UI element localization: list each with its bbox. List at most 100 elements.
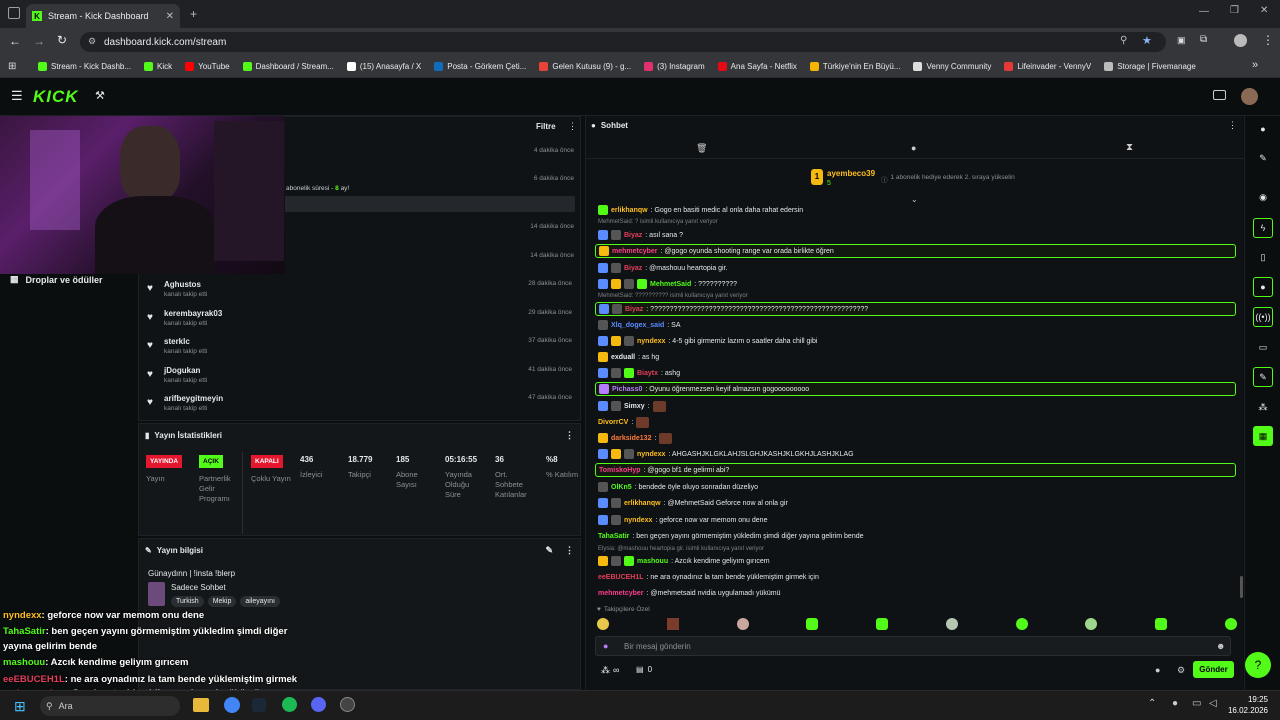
follower-name[interactable]: jDogukan xyxy=(164,366,207,375)
emote-icon[interactable] xyxy=(806,618,819,630)
extension-icon[interactable]: ▣ xyxy=(1177,35,1186,46)
emote-icon[interactable] xyxy=(1085,618,1098,630)
chat-username[interactable]: Biaytx xyxy=(637,370,658,377)
emote-icon[interactable] xyxy=(876,618,889,630)
chat-username[interactable]: mashouu xyxy=(637,558,668,565)
emote-icon[interactable] xyxy=(1155,618,1168,630)
more-bookmarks-icon[interactable]: » xyxy=(1252,59,1258,71)
discord-icon[interactable] xyxy=(311,697,326,712)
mic-icon[interactable]: ● xyxy=(603,641,608,651)
tag-chip[interactable]: Mekip xyxy=(207,596,237,607)
monitor-rail-icon[interactable]: ▭ xyxy=(1253,337,1273,357)
emote-icon[interactable] xyxy=(945,618,958,630)
kick-logo[interactable]: KICK xyxy=(33,87,79,107)
back-icon[interactable]: ← xyxy=(9,34,21,48)
chat-username[interactable]: Xlq_dogex_said xyxy=(611,322,664,329)
emote-icon[interactable] xyxy=(736,618,749,630)
bookmark-item[interactable]: Storage | Fivemanage xyxy=(1104,62,1196,71)
chat-username[interactable]: nyndexx xyxy=(637,451,665,458)
url-field[interactable]: ⚙ dashboard.kick.com/stream ⚲ ★ xyxy=(80,32,1166,52)
chat-settings-icon[interactable]: ⚙ xyxy=(1177,665,1185,676)
site-info-icon[interactable]: ⚙ xyxy=(88,36,96,47)
steam-icon[interactable] xyxy=(252,698,266,712)
chat-emote-icon[interactable]: ● xyxy=(1155,665,1160,675)
chat-username[interactable]: exduall xyxy=(611,354,635,361)
chat-input-field[interactable]: ● Bir mesaj gönderin ☻ xyxy=(595,636,1231,656)
chat-scrollbar[interactable] xyxy=(1240,576,1243,598)
chat-username[interactable]: Biyaz xyxy=(625,306,643,313)
chat-username[interactable]: nyndexx xyxy=(637,338,665,345)
windows-start-icon[interactable]: ⊞ xyxy=(14,698,26,715)
chat-username[interactable]: eeEBUCEH1L xyxy=(598,574,644,581)
chat-bubble-toggle-icon[interactable]: ● xyxy=(911,143,916,153)
microphone-tray-icon[interactable]: ● xyxy=(1172,698,1178,709)
bookmark-item[interactable]: Stream - Kick Dashb... xyxy=(38,62,131,71)
tab-list-icon[interactable] xyxy=(8,7,20,19)
send-button[interactable]: Gönder xyxy=(1193,661,1234,678)
tag-chip[interactable]: aileyayını xyxy=(240,596,280,607)
tray-expand-icon[interactable]: ⌃ xyxy=(1148,698,1156,709)
app-rail-icon[interactable]: ▦ xyxy=(1253,426,1273,446)
user-avatar[interactable] xyxy=(1241,88,1258,105)
chat-username[interactable]: darkside132 xyxy=(611,435,651,442)
zoom-icon[interactable]: ⚲ xyxy=(1120,35,1127,46)
spotify-icon[interactable] xyxy=(282,697,297,712)
reload-icon[interactable]: ↻ xyxy=(57,33,67,47)
info-rail-icon[interactable]: ● xyxy=(1253,119,1273,139)
chat-rail-icon[interactable]: ● xyxy=(1253,277,1273,297)
profile-icon[interactable] xyxy=(1234,34,1247,47)
tab-kick-dashboard[interactable]: K Stream - Kick Dashboard ✕ xyxy=(26,4,180,28)
network-tray-icon[interactable]: ▭ xyxy=(1192,698,1201,709)
help-fab-icon[interactable]: ? xyxy=(1245,652,1271,678)
gift-user[interactable]: ayembeco39 xyxy=(827,169,875,178)
forward-icon[interactable]: → xyxy=(33,34,45,48)
chat-username[interactable]: Biyaz xyxy=(624,265,642,272)
document-rail-icon[interactable]: ▯ xyxy=(1253,247,1273,267)
bookmark-item[interactable]: (15) Anasayfa / X xyxy=(346,62,421,71)
stream-preview-icon[interactable] xyxy=(1213,90,1226,100)
trash-icon[interactable]: 🗑 xyxy=(696,143,707,154)
emote-icon[interactable] xyxy=(1224,618,1237,630)
new-tab-icon[interactable]: + xyxy=(190,7,197,21)
chat-username[interactable]: erlikhanqw xyxy=(624,500,661,507)
emote-icon[interactable] xyxy=(666,618,679,630)
camera-rail-icon[interactable]: ◉ xyxy=(1253,187,1273,207)
wrench-rail-icon[interactable]: ✎ xyxy=(1253,367,1273,387)
chat-menu-icon[interactable]: ⋮ xyxy=(1228,120,1237,131)
chat-username[interactable]: OlKn5 xyxy=(611,484,632,491)
browser-menu-icon[interactable]: ⋮ xyxy=(1262,33,1274,47)
stats-menu-icon[interactable]: ⋮ xyxy=(565,430,574,441)
emote-icon[interactable] xyxy=(1015,618,1028,630)
bookmark-star-icon[interactable]: ★ xyxy=(1142,34,1152,47)
file-explorer-icon[interactable] xyxy=(193,698,209,712)
close-tab-icon[interactable]: ✕ xyxy=(166,11,174,22)
obs-icon[interactable] xyxy=(340,697,355,712)
follower-name[interactable]: kerembayrak03 xyxy=(164,309,222,318)
bookmark-item[interactable]: Venny Community xyxy=(913,62,991,71)
category-name[interactable]: Sadece Sohbet xyxy=(171,583,226,592)
bookmark-item[interactable]: Gelen Kutusu (9) - g... xyxy=(539,62,631,71)
apps-grid-icon[interactable]: ⊞ xyxy=(8,61,16,72)
tag-chip[interactable]: Turkish xyxy=(171,596,204,607)
drops-rewards-link[interactable]: ▦ Droplar ve ödüller xyxy=(10,274,103,285)
chat-username[interactable]: erlikhanqw xyxy=(611,207,648,214)
follower-name[interactable]: Aghustos xyxy=(164,280,207,289)
volume-tray-icon[interactable]: ◁ xyxy=(1209,698,1217,709)
emoji-icon[interactable]: ☻ xyxy=(1216,641,1225,651)
puzzle-icon[interactable]: ⧉ xyxy=(1200,34,1207,45)
activity-menu-icon[interactable]: ⋮ xyxy=(568,121,577,132)
chat-username[interactable]: Pichass0 xyxy=(612,386,642,393)
edit-icon[interactable]: ✎ xyxy=(545,545,553,556)
bookmark-item[interactable]: YouTube xyxy=(185,62,230,71)
follower-name[interactable]: sterklc xyxy=(164,337,207,346)
maximize-icon[interactable]: ❐ xyxy=(1230,5,1239,16)
bookmark-item[interactable]: (3) Instagram xyxy=(644,62,705,71)
chat-username[interactable]: nyndexx xyxy=(624,517,652,524)
broadcast-rail-icon[interactable]: ((•)) xyxy=(1253,307,1273,327)
chat-username[interactable]: TomiskoHyp xyxy=(599,467,641,474)
minimize-icon[interactable]: — xyxy=(1199,6,1209,17)
chat-username[interactable]: DivorrCV xyxy=(598,419,628,426)
bookmark-item[interactable]: Türkiye'nin En Büyü... xyxy=(809,62,900,71)
chat-username[interactable]: MehmetSaid xyxy=(650,281,691,288)
pencil-rail-icon[interactable]: ✎ xyxy=(1253,148,1273,168)
